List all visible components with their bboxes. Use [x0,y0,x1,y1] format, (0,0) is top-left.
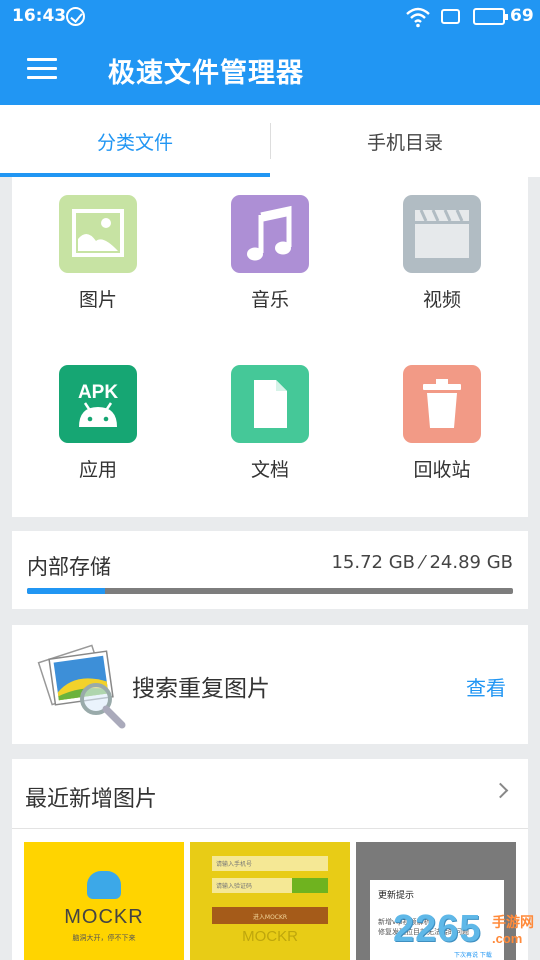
sim-card-icon [441,9,460,24]
thumbnail-code-button [292,878,328,893]
view-link[interactable]: 查看 [466,672,506,701]
top-bar: 16:43 69 极速文件管理器 [0,0,540,105]
apk-text: APK [78,382,118,403]
category-label: 音乐 [250,289,289,311]
thumbnail-phone-field: 请输入手机号 [212,856,328,871]
elephant-logo-icon [87,871,121,899]
chevron-right-icon[interactable] [492,782,509,799]
recent-thumbnail[interactable]: 请输入手机号 请输入验证码 进入MOCKR MOCKR [190,842,350,960]
document-icon [231,365,309,443]
check-circle-icon [66,7,85,26]
duplicate-search-label: 搜索重复图片 [132,676,270,702]
category-video[interactable]: 视频 [382,195,502,312]
thumbnail-ghost-brand: MOCKR [242,928,298,945]
storage-progress-bar [27,588,513,594]
category-label: 图片 [78,289,117,311]
recent-images-title: 最近新增图片 [25,787,158,812]
duplicate-images-card[interactable]: 搜索重复图片 查看 [12,625,528,744]
category-label: 文档 [250,459,289,481]
status-bar: 16:43 69 [0,0,540,34]
category-label: 视频 [422,289,461,311]
category-grid: 图片 音乐 视频 APK 应用 文档 回收站 [12,177,528,517]
category-label: 回收站 [413,459,471,481]
category-recycle-bin[interactable]: 回收站 [382,365,502,482]
divider [12,828,528,829]
watermark-url: .com [492,931,523,946]
image-icon [59,195,137,273]
photo-stack-magnifier-icon [37,644,126,729]
thumbnail-dialog-title: 更新提示 [378,891,415,901]
storage-value: 15.72 GB ⁄ 24.89 GB [331,552,513,573]
category-label: 应用 [78,459,117,481]
wifi-icon [406,7,430,28]
tab-bar: 分类文件 手机目录 [0,105,540,177]
category-music[interactable]: 音乐 [210,195,330,312]
thumbnail-subtitle: 脑洞大开，停不下来 [72,934,136,942]
hamburger-menu-icon[interactable] [27,58,57,80]
thumbnail-brand: MOCKR [64,906,144,928]
recent-thumbnail[interactable]: MOCKR 脑洞大开，停不下来 [24,842,184,960]
watermark-logo: 2265 [393,908,482,950]
battery-percent: 69 [510,6,534,26]
tab-phone-directory[interactable]: 手机目录 [270,105,540,177]
storage-used-fill [27,588,105,594]
tab-categories[interactable]: 分类文件 [0,105,270,177]
app-title: 极速文件管理器 [108,58,304,89]
thumbnail-enter-button: 进入MOCKR [212,907,328,924]
trash-icon [403,365,481,443]
internal-storage-card[interactable]: 内部存储 15.72 GB ⁄ 24.89 GB [12,531,528,609]
category-images[interactable]: 图片 [38,195,158,312]
music-note-icon [231,195,309,273]
category-apps[interactable]: APK 应用 [38,365,158,482]
clapperboard-icon [403,195,481,273]
thumbnail-code-field: 请输入验证码 [212,878,292,893]
status-time: 16:43 [12,6,67,26]
apk-android-icon: APK [59,365,137,443]
thumbnail-dialog-buttons: 下次再说 下载 [454,952,492,959]
watermark-tag: 手游网 [492,915,534,931]
category-documents[interactable]: 文档 [210,365,330,482]
battery-icon [473,8,508,25]
storage-label: 内部存储 [27,555,111,579]
